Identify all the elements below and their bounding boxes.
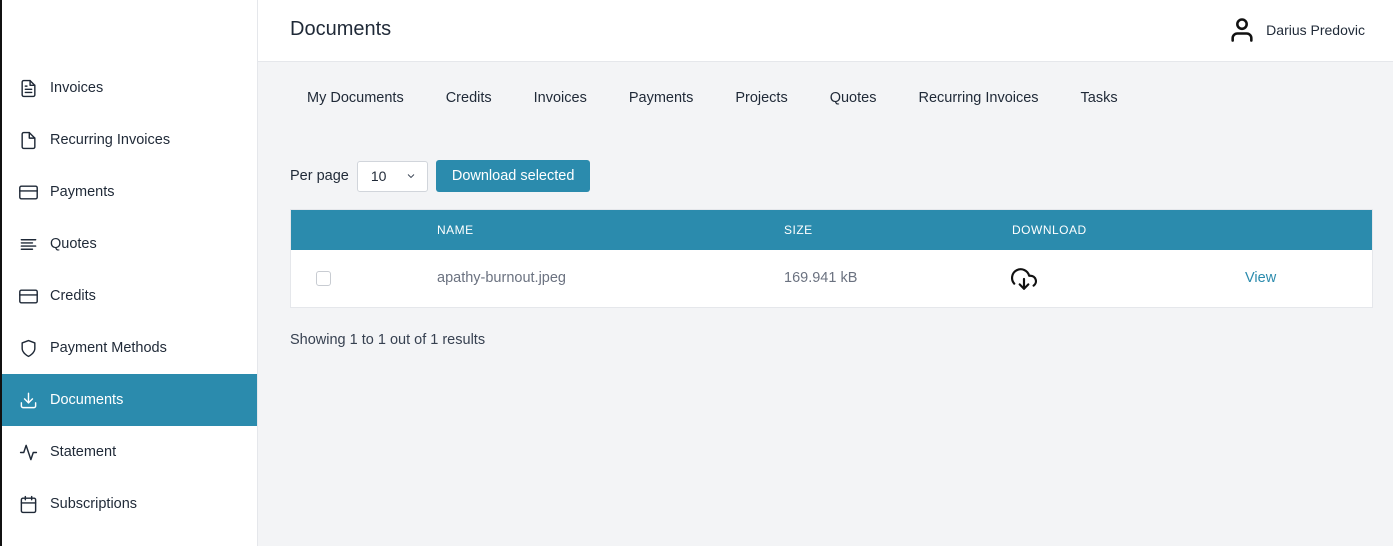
per-page-value: 10 [370, 168, 387, 184]
sidebar-item-payment-methods[interactable]: Payment Methods [2, 322, 257, 374]
table-row: apathy-burnout.jpeg 169.941 kB View [291, 250, 1372, 307]
sidebar-item-credits[interactable]: Credits [2, 270, 257, 322]
sidebar-item-label: Credits [50, 288, 96, 304]
documents-table: NAME SIZE DOWNLOAD apathy-burnout.jpeg 1… [290, 209, 1373, 308]
user-name: Darius Predovic [1266, 22, 1365, 38]
sidebar-item-invoices[interactable]: Invoices [2, 62, 257, 114]
sidebar-item-label: Payments [50, 184, 115, 200]
user-icon [1228, 16, 1256, 44]
sidebar-item-quotes[interactable]: Quotes [2, 218, 257, 270]
document-tabs: My Documents Credits Invoices Payments P… [307, 90, 1160, 106]
download-icon [18, 390, 38, 410]
tab-recurring-invoices[interactable]: Recurring Invoices [918, 90, 1038, 106]
sidebar-item-label: Statement [50, 444, 117, 460]
sidebar-item-label: Quotes [50, 236, 97, 252]
per-page-select[interactable]: 10 [356, 160, 428, 192]
sidebar-item-label: Subscriptions [50, 496, 138, 512]
activity-icon [18, 442, 38, 462]
sidebar-item-payments[interactable]: Payments [2, 166, 257, 218]
tab-projects[interactable]: Projects [735, 90, 787, 106]
sidebar-item-label: Invoices [50, 80, 104, 96]
sidebar-item-label: Recurring Invoices [50, 132, 171, 148]
file-icon [18, 130, 38, 150]
sidebar-item-statement[interactable]: Statement [2, 426, 257, 478]
tab-invoices[interactable]: Invoices [534, 90, 587, 106]
sidebar-item-subscriptions[interactable]: Subscriptions [2, 478, 257, 530]
user-menu[interactable]: Darius Predovic [1228, 16, 1365, 44]
file-text-icon [18, 78, 38, 98]
tab-tasks[interactable]: Tasks [1081, 90, 1118, 106]
table-header: NAME SIZE DOWNLOAD [291, 210, 1372, 250]
cloud-download-icon[interactable] [1011, 266, 1037, 296]
page-title: Documents [290, 18, 392, 40]
sidebar-nav: Invoices Recurring Invoices Payments Quo… [2, 62, 257, 530]
column-header-name: NAME [437, 223, 474, 237]
sidebar-item-label: Documents [50, 392, 124, 408]
document-name: apathy-burnout.jpeg [437, 270, 566, 286]
view-link[interactable]: View [1245, 270, 1276, 286]
pagination-summary: Showing 1 to 1 out of 1 results [290, 332, 486, 348]
per-page-label: Per page [290, 168, 349, 184]
tab-credits[interactable]: Credits [446, 90, 492, 106]
chevron-down-icon [407, 174, 415, 179]
column-header-size: SIZE [784, 223, 813, 237]
document-size: 169.941 kB [784, 270, 858, 286]
sidebar-item-recurring-invoices[interactable]: Recurring Invoices [2, 114, 257, 166]
sidebar: Invoices Recurring Invoices Payments Quo… [2, 0, 258, 546]
table-toolbar: Per page 10 Download selected [290, 160, 591, 192]
calendar-icon [18, 494, 38, 514]
top-bar: Documents Darius Predovic [258, 0, 1393, 62]
tab-payments[interactable]: Payments [629, 90, 693, 106]
credit-card-icon [18, 286, 38, 306]
credit-card-icon [18, 182, 38, 202]
align-left-icon [18, 234, 38, 254]
column-header-download: DOWNLOAD [1012, 223, 1087, 237]
shield-icon [18, 338, 38, 358]
sidebar-item-documents[interactable]: Documents [2, 374, 257, 426]
tab-my-documents[interactable]: My Documents [307, 90, 404, 106]
download-selected-button[interactable]: Download selected [435, 160, 591, 192]
tab-quotes[interactable]: Quotes [830, 90, 877, 106]
sidebar-item-label: Payment Methods [50, 340, 167, 356]
row-checkbox[interactable] [316, 271, 331, 286]
